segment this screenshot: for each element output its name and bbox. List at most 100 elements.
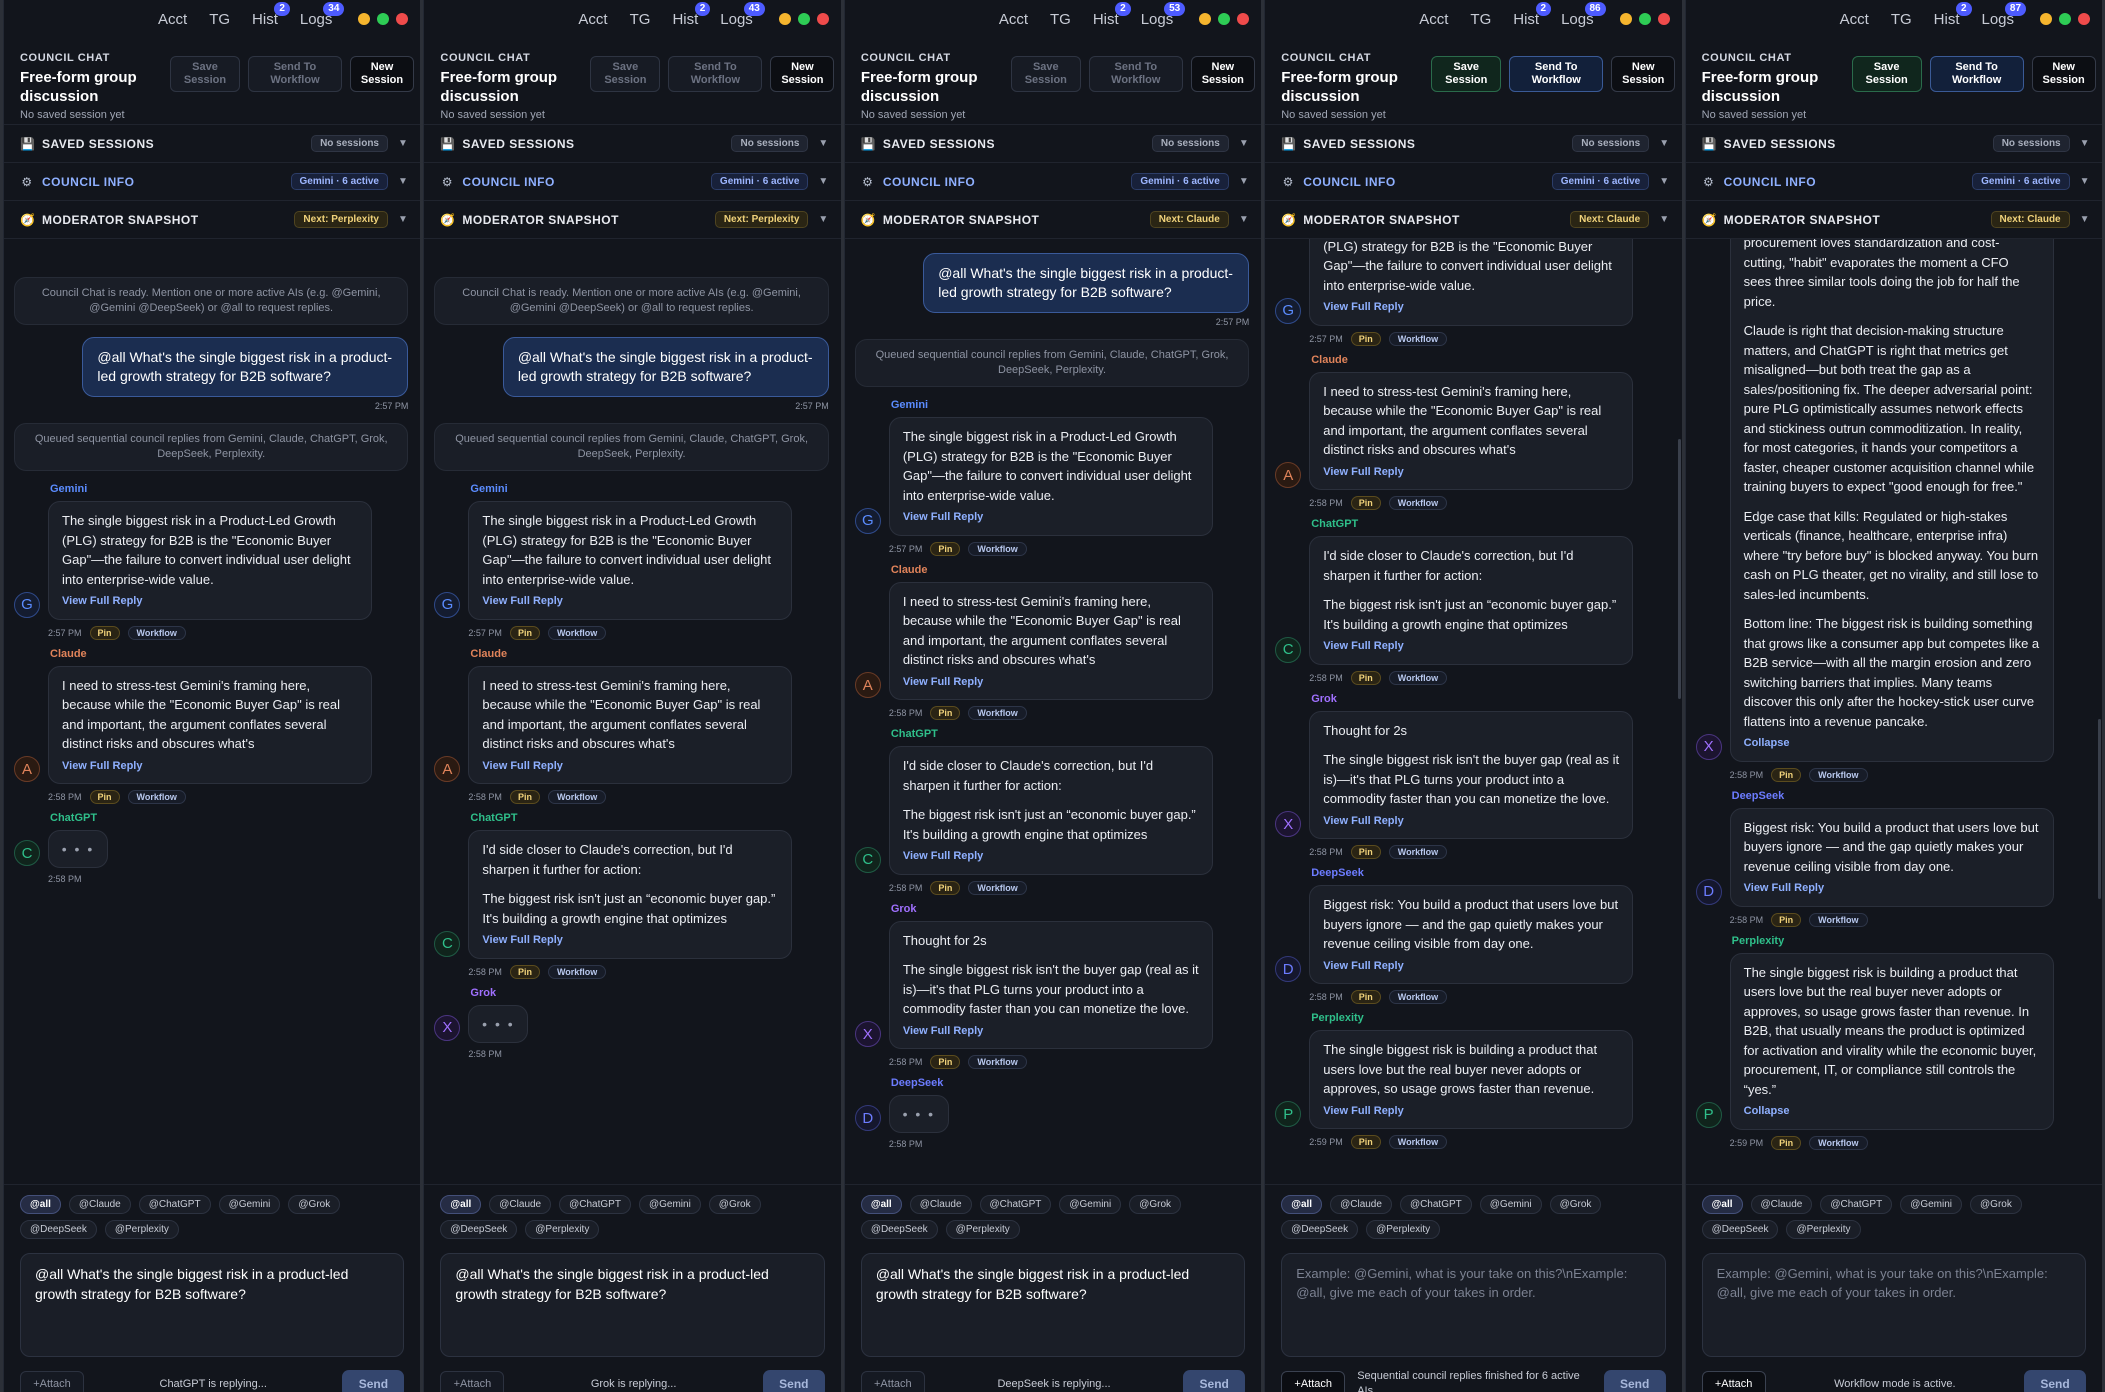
- attach-button[interactable]: +Attach: [440, 1371, 505, 1392]
- mention-chip-grok[interactable]: @Grok: [1970, 1195, 2022, 1214]
- moderator-snapshot-section[interactable]: 🧭 MODERATOR SNAPSHOT Next: Claude ▼: [1685, 200, 2103, 238]
- hist-tab[interactable]: Hist 2: [672, 1, 711, 28]
- mention-chip-chatgpt[interactable]: @ChatGPT: [559, 1195, 631, 1214]
- pin-button[interactable]: Pin: [509, 964, 540, 979]
- mention-chip-chatgpt[interactable]: @ChatGPT: [138, 1195, 211, 1214]
- mention-chip-all[interactable]: @all: [20, 1195, 61, 1214]
- minimize-dot[interactable]: [778, 13, 791, 25]
- maximize-dot[interactable]: [797, 13, 810, 25]
- attach-button[interactable]: +Attach: [860, 1371, 925, 1392]
- mention-chip-deepseek[interactable]: @DeepSeek: [1281, 1220, 1359, 1239]
- pin-button[interactable]: Pin: [1771, 1135, 1802, 1150]
- minimize-dot[interactable]: [358, 13, 371, 25]
- mention-chip-all[interactable]: @all: [1281, 1195, 1323, 1214]
- pin-button[interactable]: Pin: [1350, 845, 1381, 859]
- view-full-reply-link[interactable]: View Full Reply: [482, 931, 778, 951]
- moderator-snapshot-section[interactable]: 🧭 MODERATOR SNAPSHOT Next: Claude ▼: [1265, 200, 1682, 238]
- workflow-button[interactable]: Workflow: [547, 625, 607, 640]
- close-dot[interactable]: [1657, 13, 1670, 25]
- workflow-button[interactable]: Workflow: [1809, 767, 1868, 782]
- pin-button[interactable]: Pin: [1771, 912, 1802, 927]
- message-list[interactable]: The single biggest risk in a Product-Led…: [1265, 238, 1682, 1184]
- mention-chip-claude[interactable]: @Claude: [489, 1195, 552, 1214]
- pin-button[interactable]: Pin: [1350, 1135, 1381, 1149]
- collapse-link[interactable]: Collapse: [1744, 734, 2040, 754]
- mention-chip-deepseek[interactable]: @DeepSeek: [20, 1220, 97, 1239]
- new-session-button[interactable]: New Session: [770, 56, 835, 92]
- workflow-button[interactable]: Workflow: [968, 1055, 1027, 1069]
- minimize-dot[interactable]: [1619, 13, 1632, 25]
- maximize-dot[interactable]: [2059, 13, 2072, 25]
- council-info-section[interactable]: ⚙ COUNCIL INFO Gemini · 6 active ▼: [4, 162, 421, 200]
- moderator-snapshot-section[interactable]: 🧭 MODERATOR SNAPSHOT Next: Perplexity ▼: [424, 200, 841, 238]
- send-button[interactable]: Send: [2024, 1370, 2087, 1392]
- mention-chip-gemini[interactable]: @Gemini: [1900, 1195, 1963, 1214]
- maximize-dot[interactable]: [377, 13, 390, 25]
- council-info-section[interactable]: ⚙ COUNCIL INFO Gemini · 6 active ▼: [1265, 162, 1682, 200]
- new-session-button[interactable]: New Session: [350, 56, 414, 92]
- view-full-reply-link[interactable]: View Full Reply: [1323, 957, 1619, 977]
- hist-tab[interactable]: Hist 2: [1934, 1, 1972, 28]
- acct-tab[interactable]: Acct: [158, 11, 187, 28]
- new-session-button[interactable]: New Session: [2031, 56, 2096, 92]
- pin-button[interactable]: Pin: [1350, 331, 1381, 346]
- message-list[interactable]: @all What's the single biggest risk in a…: [844, 238, 1262, 1184]
- pin-button[interactable]: Pin: [930, 541, 961, 556]
- moderator-snapshot-section[interactable]: 🧭 MODERATOR SNAPSHOT Next: Perplexity ▼: [4, 200, 421, 238]
- mention-chip-gemini[interactable]: @Gemini: [218, 1195, 281, 1214]
- mention-chip-gemini[interactable]: @Gemini: [638, 1195, 701, 1214]
- pin-button[interactable]: Pin: [930, 706, 961, 720]
- save-session-button[interactable]: Save Session: [590, 56, 661, 92]
- send-to-workflow-button[interactable]: Send To Workflow: [248, 56, 342, 92]
- mention-chip-grok[interactable]: @Grok: [288, 1195, 341, 1214]
- workflow-button[interactable]: Workflow: [127, 625, 186, 640]
- view-full-reply-link[interactable]: View Full Reply: [1323, 298, 1619, 318]
- pin-button[interactable]: Pin: [930, 880, 961, 895]
- workflow-button[interactable]: Workflow: [968, 880, 1027, 895]
- council-info-section[interactable]: ⚙ COUNCIL INFO Gemini · 6 active ▼: [1685, 162, 2103, 200]
- saved-sessions-section[interactable]: 💾 SAVED SESSIONS No sessions ▼: [1265, 124, 1682, 162]
- mention-chip-perplexity[interactable]: @Perplexity: [525, 1220, 600, 1239]
- mention-chip-gemini[interactable]: @Gemini: [1479, 1195, 1542, 1214]
- mention-chip-gemini[interactable]: @Gemini: [1059, 1195, 1122, 1214]
- close-dot[interactable]: [1237, 13, 1250, 25]
- mention-chip-grok[interactable]: @Grok: [708, 1195, 761, 1214]
- message-input[interactable]: Example: @Gemini, what is your take on t…: [1701, 1253, 2087, 1357]
- acct-tab[interactable]: Acct: [1419, 11, 1448, 28]
- tg-tab[interactable]: TG: [1470, 11, 1491, 28]
- mention-chip-deepseek[interactable]: @DeepSeek: [1701, 1220, 1779, 1239]
- workflow-button[interactable]: Workflow: [1388, 990, 1448, 1004]
- view-full-reply-link[interactable]: View Full Reply: [903, 847, 1199, 867]
- tg-tab[interactable]: TG: [1891, 11, 1912, 28]
- tg-tab[interactable]: TG: [1050, 11, 1071, 28]
- council-info-section[interactable]: ⚙ COUNCIL INFO Gemini · 6 active ▼: [424, 162, 841, 200]
- mention-chip-claude[interactable]: @Claude: [1330, 1195, 1392, 1214]
- send-to-workflow-button[interactable]: Send To Workflow: [1929, 56, 2024, 92]
- moderator-snapshot-section[interactable]: 🧭 MODERATOR SNAPSHOT Next: Claude ▼: [844, 200, 1262, 238]
- hist-tab[interactable]: Hist 2: [1093, 1, 1131, 28]
- logs-tab[interactable]: Logs 87: [1982, 1, 2027, 28]
- mention-chip-claude[interactable]: @Claude: [68, 1195, 131, 1214]
- collapse-link[interactable]: Collapse: [1744, 1102, 2040, 1122]
- close-dot[interactable]: [2078, 13, 2091, 25]
- send-button[interactable]: Send: [762, 1370, 825, 1392]
- send-button[interactable]: Send: [342, 1370, 405, 1392]
- pin-button[interactable]: Pin: [89, 790, 120, 804]
- view-full-reply-link[interactable]: View Full Reply: [1323, 1102, 1619, 1122]
- mention-chip-perplexity[interactable]: @Perplexity: [945, 1220, 1020, 1239]
- attach-button[interactable]: +Attach: [1281, 1371, 1346, 1392]
- view-full-reply-link[interactable]: View Full Reply: [1323, 812, 1619, 832]
- message-input[interactable]: Example: @Gemini, what is your take on t…: [1281, 1253, 1666, 1357]
- view-full-reply-link[interactable]: View Full Reply: [62, 592, 358, 612]
- new-session-button[interactable]: New Session: [1611, 56, 1676, 92]
- pin-button[interactable]: Pin: [930, 1055, 961, 1069]
- message-input[interactable]: @all What's the single biggest risk in a…: [860, 1253, 1246, 1357]
- hist-tab[interactable]: Hist 2: [1513, 1, 1552, 28]
- mention-chip-deepseek[interactable]: @DeepSeek: [440, 1220, 518, 1239]
- saved-sessions-section[interactable]: 💾 SAVED SESSIONS No sessions ▼: [424, 124, 841, 162]
- workflow-button[interactable]: Workflow: [1809, 1135, 1868, 1150]
- acct-tab[interactable]: Acct: [1840, 11, 1869, 28]
- message-list[interactable]: Council Chat is ready. Mention one or mo…: [424, 238, 841, 1184]
- pin-button[interactable]: Pin: [1350, 670, 1381, 685]
- mention-chip-all[interactable]: @all: [440, 1195, 482, 1214]
